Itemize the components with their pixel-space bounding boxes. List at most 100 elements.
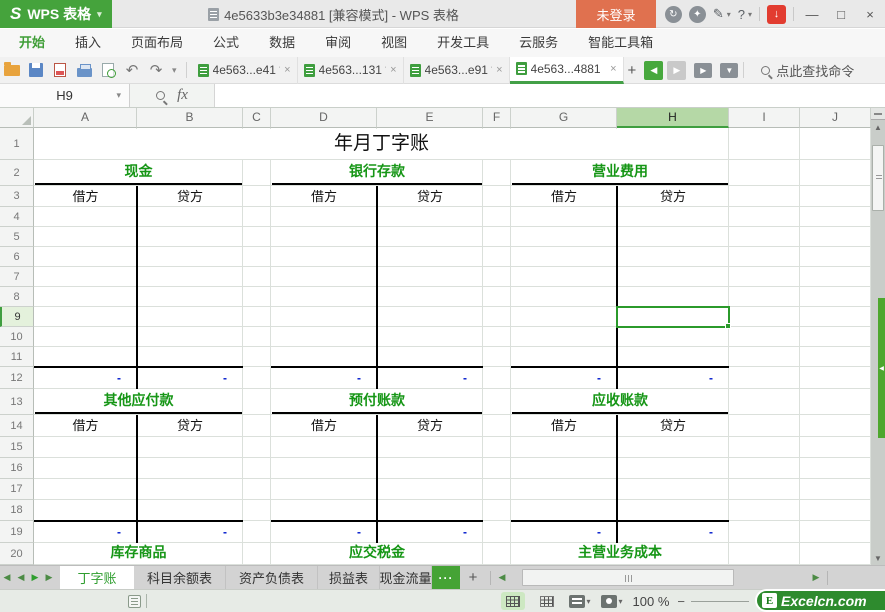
scroll-down-icon[interactable]: ▼	[871, 551, 885, 565]
skin-icon[interactable]: ✦	[688, 5, 706, 23]
hscroll-left-icon[interactable]: ◀	[495, 566, 509, 589]
grid-cell[interactable]	[271, 307, 377, 327]
grid-cell[interactable]	[137, 479, 243, 500]
row-header-17[interactable]: 17	[0, 479, 34, 500]
grid-cell[interactable]	[34, 479, 137, 500]
grid-cell[interactable]	[800, 247, 871, 267]
grid-cell[interactable]	[511, 207, 617, 227]
grid-cell[interactable]	[243, 458, 271, 479]
next-sheet-icon[interactable]: ▶	[28, 566, 42, 589]
grid-cell[interactable]	[617, 479, 729, 500]
screenshot-icon[interactable]	[600, 594, 617, 608]
page-break-view-icon[interactable]	[535, 592, 559, 610]
row-header-12[interactable]: 12	[0, 367, 34, 389]
grid-cell[interactable]	[617, 437, 729, 458]
row-header-10[interactable]: 10	[0, 327, 34, 347]
menu-tab-插入[interactable]: 插入	[60, 29, 116, 57]
grid-cell[interactable]	[137, 227, 243, 247]
grid-cell[interactable]	[34, 307, 137, 327]
grid-cell[interactable]	[729, 367, 800, 389]
hscroll-right-icon[interactable]: ▶	[809, 566, 823, 589]
grid-cell[interactable]	[511, 347, 617, 367]
close-button[interactable]: ×	[859, 0, 881, 28]
zoom-slider[interactable]	[691, 600, 749, 602]
grid-cell[interactable]	[800, 415, 871, 437]
grid-cell[interactable]	[271, 437, 377, 458]
app-menu-button[interactable]: S WPS 表格 ▾	[0, 0, 112, 28]
grid-cell[interactable]	[511, 287, 617, 307]
document-tab[interactable]: 4e563...e41 * ×	[192, 56, 298, 84]
row-header-6[interactable]: 6	[0, 247, 34, 267]
chevron-down-icon[interactable]: ▾	[748, 10, 752, 19]
grid-cell[interactable]	[617, 247, 729, 267]
grid-cell[interactable]	[377, 307, 483, 327]
row-header-20[interactable]: 20	[0, 543, 34, 565]
grid-cell[interactable]	[137, 267, 243, 287]
select-all-corner[interactable]	[0, 108, 34, 128]
grid-cell[interactable]	[511, 500, 617, 521]
grid-cell[interactable]	[34, 267, 137, 287]
grid-cell[interactable]	[729, 267, 800, 287]
sheet-tab-现金流量[interactable]: 现金流量	[380, 566, 432, 589]
chevron-down-icon[interactable]: ▾	[587, 597, 591, 606]
grid-cell[interactable]	[483, 415, 511, 437]
grid-cell[interactable]	[34, 227, 137, 247]
minimize-button[interactable]: —	[801, 0, 823, 28]
grid-cell[interactable]	[271, 267, 377, 287]
grid-cell[interactable]	[34, 287, 137, 307]
document-tab[interactable]: 4e563...131 * ×	[298, 56, 404, 84]
grid-cell[interactable]	[34, 458, 137, 479]
grid-cell[interactable]	[729, 415, 800, 437]
grid-cell[interactable]	[800, 543, 871, 565]
grid-cell[interactable]	[377, 287, 483, 307]
row-header-9[interactable]: 9	[0, 307, 34, 327]
close-tab-icon[interactable]: ×	[390, 64, 396, 76]
grid-cell[interactable]	[377, 247, 483, 267]
grid-cell[interactable]	[483, 543, 511, 565]
undo-icon[interactable]: ↶	[121, 59, 143, 81]
grid-cell[interactable]	[800, 327, 871, 347]
document-tab[interactable]: 4e563...4881 ×	[509, 56, 624, 84]
row-header-5[interactable]: 5	[0, 227, 34, 247]
grid-cell[interactable]	[729, 160, 800, 186]
column-header-J[interactable]: J	[800, 108, 871, 128]
page-layout-icon[interactable]	[568, 594, 585, 608]
horizontal-scroll-thumb[interactable]	[522, 569, 734, 586]
grid-cell[interactable]	[729, 458, 800, 479]
grid-cell[interactable]	[34, 327, 137, 347]
grid-cell[interactable]	[483, 500, 511, 521]
wps-cloud-icon[interactable]: ↻	[664, 5, 682, 23]
grid-cell[interactable]	[729, 389, 800, 415]
grid-cell[interactable]	[137, 458, 243, 479]
grid-cell[interactable]	[800, 287, 871, 307]
grid-cell[interactable]	[483, 307, 511, 327]
grid-cell[interactable]	[137, 287, 243, 307]
row-header-11[interactable]: 11	[0, 347, 34, 367]
grid-cell[interactable]	[377, 458, 483, 479]
grid-cell[interactable]	[34, 207, 137, 227]
chevron-down-icon[interactable]: ▾	[619, 597, 623, 606]
grid-cell[interactable]	[617, 287, 729, 307]
row-header-3[interactable]: 3	[0, 186, 34, 207]
grid-cell[interactable]	[800, 160, 871, 186]
open-file-icon[interactable]	[1, 59, 23, 81]
grid-cell[interactable]	[729, 247, 800, 267]
grid-cell[interactable]	[137, 307, 243, 327]
grid-cell[interactable]	[729, 207, 800, 227]
document-tab[interactable]: 4e563...e91 * ×	[404, 56, 510, 84]
fill-handle[interactable]	[725, 323, 731, 329]
export-pdf-icon[interactable]	[49, 59, 71, 81]
clipboard-icon[interactable]	[128, 595, 141, 608]
grid-cell[interactable]	[729, 437, 800, 458]
grid-cell[interactable]	[729, 186, 800, 207]
grid-cell[interactable]	[483, 479, 511, 500]
horizontal-scrollbar[interactable]	[509, 566, 809, 590]
magnifier-icon[interactable]	[156, 91, 166, 100]
sheet-tab-丁字账[interactable]: 丁字账	[60, 566, 134, 589]
new-document-button[interactable]: +	[624, 62, 641, 79]
row-header-1[interactable]: 1	[0, 128, 34, 160]
grid-cell[interactable]	[800, 207, 871, 227]
grid-cell[interactable]	[377, 207, 483, 227]
chevron-down-icon[interactable]: ▾	[727, 10, 731, 19]
grid-cell[interactable]	[617, 327, 729, 347]
